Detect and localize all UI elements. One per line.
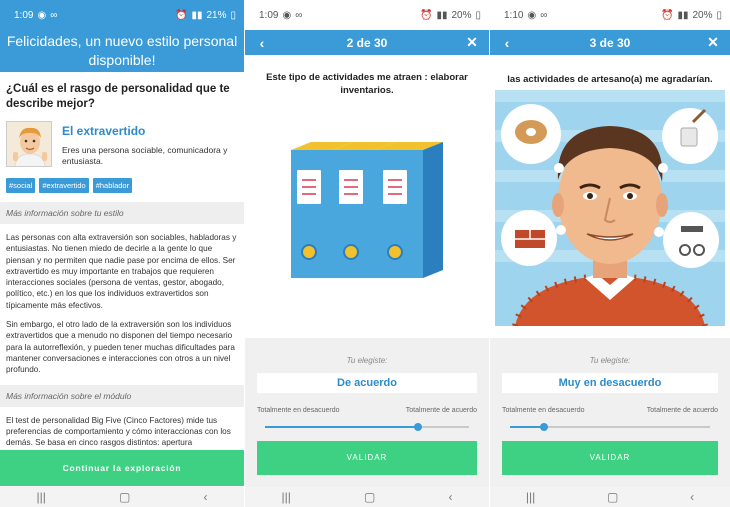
close-icon[interactable]: ✕ bbox=[706, 34, 720, 51]
status-bar: 1:09 ◉ ∞ ⏰ ▮▮ 21% ▯ bbox=[0, 0, 244, 30]
screen-result: 1:09 ◉ ∞ ⏰ ▮▮ 21% ▯ Felicidades, un nuev… bbox=[0, 0, 244, 507]
battery-percent: 21% bbox=[206, 9, 227, 21]
nav-back-icon[interactable]: ‹ bbox=[690, 490, 694, 504]
question-navbar: ‹ 3 de 30 ✕ bbox=[490, 30, 730, 55]
system-nav-bar: ||| ▢ ‹ bbox=[0, 487, 244, 507]
result-content[interactable]: ¿Cuál es el rasgo de personalidad que te… bbox=[0, 72, 244, 450]
signal-icon: ▮▮ bbox=[191, 9, 203, 21]
recents-icon[interactable]: ||| bbox=[37, 490, 46, 504]
voicemail-icon: ∞ bbox=[540, 9, 548, 21]
section-header-module[interactable]: Más información sobre el módulo bbox=[0, 384, 244, 407]
battery-icon: ▯ bbox=[230, 9, 236, 21]
chosen-label: Tu elegiste: bbox=[346, 356, 388, 365]
agreement-slider[interactable] bbox=[510, 423, 710, 431]
answer-panel: Tu elegiste: De acuerdo Totalmente en de… bbox=[245, 338, 489, 487]
scale-max-label: Totalmente de acuerdo bbox=[646, 407, 718, 414]
tag-hablador[interactable]: #hablador bbox=[92, 178, 133, 193]
back-arrow-icon[interactable]: ‹ bbox=[500, 35, 514, 51]
scale-labels: Totalmente en desacuerdo Totalmente de a… bbox=[502, 407, 718, 414]
signal-icon: ▮▮ bbox=[436, 9, 448, 21]
slider-fill bbox=[265, 426, 418, 428]
back-arrow-icon[interactable]: ‹ bbox=[255, 35, 269, 51]
profile-card: El extravertido Eres una persona sociabl… bbox=[6, 121, 238, 167]
scale-labels: Totalmente en desacuerdo Totalmente de a… bbox=[257, 407, 477, 414]
extravert-avatar bbox=[6, 121, 52, 167]
binders-illustration bbox=[245, 120, 489, 280]
signal-icon: ▮▮ bbox=[677, 9, 689, 21]
status-time: 1:10 bbox=[504, 9, 524, 21]
battery-percent: 20% bbox=[692, 9, 713, 21]
answer-panel: Tu elegiste: Muy en desacuerdo Totalment… bbox=[490, 338, 730, 487]
chosen-answer: De acuerdo bbox=[257, 373, 477, 393]
question-text: las actividades de artesano(a) me agrada… bbox=[507, 74, 713, 85]
question-navbar: ‹ 2 de 30 ✕ bbox=[245, 30, 489, 55]
status-time: 1:09 bbox=[259, 9, 279, 21]
profile-name: El extravertido bbox=[62, 124, 146, 138]
status-time: 1:09 bbox=[14, 9, 34, 21]
scale-max-label: Totalmente de acuerdo bbox=[405, 407, 477, 414]
voicemail-icon: ∞ bbox=[50, 9, 58, 21]
agreement-slider[interactable] bbox=[265, 423, 469, 431]
status-bar: 1:10 ◉ ∞ ⏰ ▮▮ 20% ▯ bbox=[490, 0, 730, 30]
continue-button[interactable]: Continuar la exploración bbox=[0, 450, 244, 486]
validate-button[interactable]: VALIDAR bbox=[502, 441, 718, 475]
tag-social[interactable]: #social bbox=[6, 178, 36, 193]
scale-min-label: Totalmente en desacuerdo bbox=[257, 407, 340, 414]
slider-handle[interactable] bbox=[540, 423, 548, 431]
validate-button[interactable]: VALIDAR bbox=[257, 441, 477, 475]
slider-fill bbox=[510, 426, 544, 428]
recents-icon[interactable]: ||| bbox=[282, 490, 291, 504]
section-header-style[interactable]: Más información sobre tu estilo bbox=[0, 202, 244, 224]
whatsapp-icon: ◉ bbox=[527, 9, 537, 21]
slider-handle[interactable] bbox=[414, 423, 422, 431]
alarm-icon: ⏰ bbox=[420, 9, 433, 21]
battery-percent: 20% bbox=[451, 9, 472, 21]
nav-back-icon[interactable]: ‹ bbox=[448, 490, 452, 504]
home-icon[interactable]: ▢ bbox=[364, 490, 375, 504]
success-banner: Felicidades, un nuevo estilo personal di… bbox=[0, 30, 244, 72]
home-icon[interactable]: ▢ bbox=[607, 490, 618, 504]
chosen-label: Tu elegiste: bbox=[589, 356, 631, 365]
system-nav-bar: ||| ▢ ‹ bbox=[490, 487, 730, 507]
battery-icon: ▯ bbox=[716, 9, 722, 21]
alarm-icon: ⏰ bbox=[175, 9, 188, 21]
screen-question-3: 1:10 ◉ ∞ ⏰ ▮▮ 20% ▯ ‹ 3 de 30 ✕ las acti… bbox=[490, 0, 730, 507]
style-paragraph-1: Las personas con alta extraversión son s… bbox=[6, 233, 237, 310]
artisan-illustration bbox=[495, 90, 725, 327]
nav-back-icon[interactable]: ‹ bbox=[203, 490, 207, 504]
screen-question-2: 1:09 ◉ ∞ ⏰ ▮▮ 20% ▯ ‹ 2 de 30 ✕ Este tip… bbox=[245, 0, 489, 507]
tag-extravertido[interactable]: #extravertido bbox=[39, 178, 89, 193]
recents-icon[interactable]: ||| bbox=[526, 490, 535, 504]
whatsapp-icon: ◉ bbox=[282, 9, 292, 21]
profile-description: Eres una persona sociable, comunicadora … bbox=[62, 145, 228, 166]
question-text: Este tipo de actividades me atraen : ela… bbox=[266, 72, 468, 96]
chosen-answer: Muy en desacuerdo bbox=[502, 373, 718, 393]
style-paragraph-2: Sin embargo, el otro lado de la extraver… bbox=[6, 320, 235, 375]
whatsapp-icon: ◉ bbox=[37, 9, 47, 21]
voicemail-icon: ∞ bbox=[295, 9, 303, 21]
module-paragraph: El test de personalidad Big Five (Cinco … bbox=[6, 415, 231, 448]
battery-icon: ▯ bbox=[475, 9, 481, 21]
status-bar: 1:09 ◉ ∞ ⏰ ▮▮ 20% ▯ bbox=[245, 0, 489, 30]
result-question: ¿Cuál es el rasgo de personalidad que te… bbox=[6, 83, 230, 110]
system-nav-bar: ||| ▢ ‹ bbox=[245, 487, 489, 507]
home-icon[interactable]: ▢ bbox=[119, 490, 130, 504]
scale-min-label: Totalmente en desacuerdo bbox=[502, 407, 585, 414]
question-counter: 3 de 30 bbox=[589, 35, 631, 50]
tag-list: #social #extravertido #hablador bbox=[6, 178, 238, 193]
close-icon[interactable]: ✕ bbox=[465, 34, 479, 51]
alarm-icon: ⏰ bbox=[661, 9, 674, 21]
question-counter: 2 de 30 bbox=[346, 35, 388, 50]
